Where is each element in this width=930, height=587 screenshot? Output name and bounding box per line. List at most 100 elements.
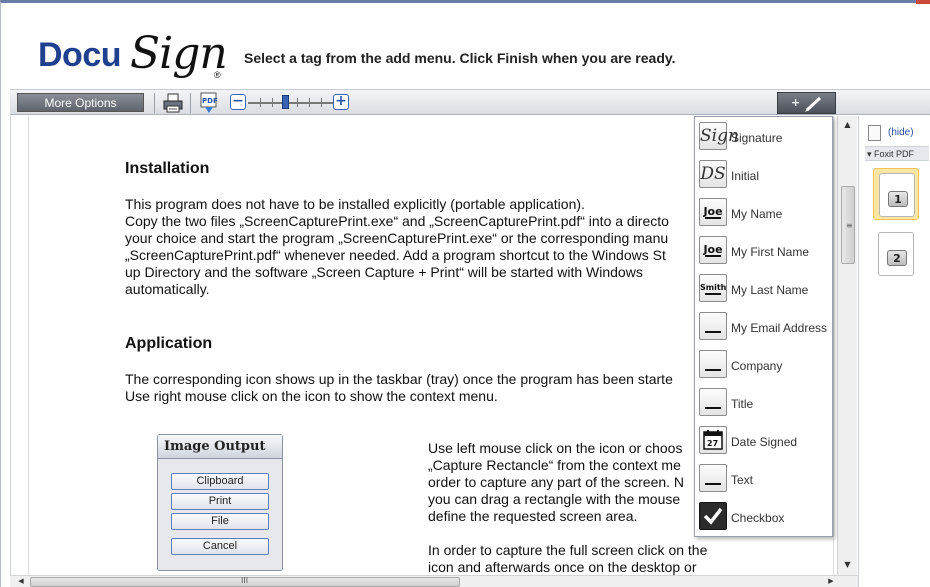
- tag-date-signed[interactable]: 27 Date Signed: [695, 422, 832, 460]
- underline: [705, 217, 721, 219]
- pages-panel: (hide) ▾ Foxit PDF 1 2: [858, 116, 930, 587]
- tag-my-email-address[interactable]: My Email Address: [695, 308, 832, 346]
- logo-registered-mark: ®: [214, 70, 221, 80]
- last-name-glyph: Smith: [700, 283, 727, 292]
- logo-sign-text: Sign: [130, 28, 228, 79]
- scroll-grip: III: [241, 576, 249, 585]
- zoom-tick: [309, 98, 310, 107]
- logo-docu-text: Docu: [38, 36, 122, 74]
- tag-label: My First Name: [731, 245, 809, 259]
- scroll-up-arrow[interactable]: ▲: [838, 118, 857, 132]
- underline: [705, 369, 721, 371]
- calendar-day: 27: [707, 439, 718, 448]
- heading-installation: Installation: [125, 160, 210, 177]
- tag-label: My Last Name: [731, 283, 809, 297]
- initial-glyph: DS: [700, 164, 726, 184]
- first-name-icon: Joe: [699, 236, 727, 264]
- thumbnail-page: 1: [879, 173, 915, 217]
- zoom-slider-track[interactable]: [248, 102, 336, 104]
- email-icon: [699, 312, 727, 340]
- name-icon: Joe: [699, 198, 727, 226]
- page-number-badge: 1: [888, 191, 908, 207]
- tag-text[interactable]: Text: [695, 460, 832, 498]
- image-output-title: Image Output: [158, 435, 282, 459]
- zoom-in-button[interactable]: +: [333, 94, 349, 110]
- underline: [705, 331, 721, 333]
- tag-label: Signature: [731, 131, 783, 145]
- last-name-icon: Smith: [699, 274, 727, 302]
- more-options-button[interactable]: More Options: [17, 93, 144, 112]
- tag-label: Title: [731, 397, 754, 411]
- underline: [705, 483, 721, 485]
- tag-my-last-name[interactable]: Smith My Last Name: [695, 270, 832, 308]
- hide-panel-link[interactable]: (hide): [888, 127, 914, 138]
- document-group-header[interactable]: ▾ Foxit PDF: [865, 146, 929, 161]
- document-icon: [868, 125, 881, 141]
- scroll-down-arrow[interactable]: ▼: [838, 558, 857, 572]
- capture-paragraph: Use left mouse click on the icon or choo…: [428, 440, 685, 524]
- tag-label: My Name: [731, 207, 783, 221]
- tag-title[interactable]: Title: [695, 384, 832, 422]
- scroll-right-arrow[interactable]: ▶: [824, 576, 838, 587]
- company-icon: [699, 350, 727, 378]
- add-tag-button[interactable]: +: [777, 92, 836, 114]
- zoom-tick: [297, 98, 298, 107]
- zoom-tick: [260, 98, 261, 107]
- page-thumbnail-1[interactable]: 1: [873, 168, 919, 220]
- toolbar-separator: [190, 93, 191, 113]
- tag-label: Initial: [731, 169, 760, 183]
- signature-icon: Sign: [699, 122, 739, 150]
- pdf-download-icon[interactable]: PDF: [198, 92, 220, 114]
- vertical-scroll-thumb[interactable]: ≡: [841, 186, 855, 264]
- tag-label: Checkbox: [731, 511, 785, 525]
- zoom-slider-thumb[interactable]: [282, 95, 289, 109]
- tag-my-first-name[interactable]: Joe My First Name: [695, 232, 832, 270]
- application-paragraph: The corresponding icon shows up in the t…: [125, 371, 673, 404]
- tag-signature[interactable]: Sign Signature: [695, 118, 832, 156]
- calendar-icon: 27: [699, 426, 727, 454]
- title-icon: [699, 388, 727, 416]
- add-plus-icon: +: [791, 96, 801, 109]
- fullscreen-paragraph: In order to capture the full screen clic…: [428, 542, 708, 575]
- pen-icon: [805, 96, 822, 112]
- underline: [705, 407, 721, 409]
- print-icon[interactable]: [162, 92, 184, 114]
- zoom-tick: [321, 98, 322, 107]
- image-output-dialog: Image Output Clipboard Print File Cancel: [157, 434, 283, 571]
- header: Docu Sign ® Select a tag from the add me…: [10, 12, 930, 88]
- zoom-out-button[interactable]: −: [230, 94, 246, 110]
- scroll-grip: ≡: [846, 221, 853, 230]
- docusign-logo: Docu Sign ®: [38, 28, 238, 80]
- text-icon: [699, 464, 727, 492]
- toolbar: More Options PDF − + +: [10, 89, 930, 115]
- tag-label: My Email Address: [731, 321, 828, 335]
- tag-label: Date Signed: [731, 435, 798, 449]
- tag-company[interactable]: Company: [695, 346, 832, 384]
- initial-icon: DS: [699, 160, 727, 188]
- tag-checkbox[interactable]: Checkbox: [695, 498, 832, 536]
- horizontal-scrollbar[interactable]: ◀ III ▶: [10, 575, 858, 587]
- tag-initial[interactable]: DS Initial: [695, 156, 832, 194]
- pdf-icon-label: PDF: [202, 97, 218, 105]
- instruction-message: Select a tag from the add menu. Click Fi…: [244, 50, 676, 66]
- tag-my-name[interactable]: Joe My Name: [695, 194, 832, 232]
- window-accent: [916, 0, 930, 4]
- checkbox-icon: [699, 502, 727, 530]
- tag-label: Text: [731, 473, 754, 487]
- cancel-button: Cancel: [171, 538, 269, 555]
- page-number-badge: 2: [887, 250, 907, 266]
- vertical-scrollbar[interactable]: ▲ ≡ ▼: [837, 116, 857, 576]
- horizontal-scroll-thumb[interactable]: III: [30, 576, 460, 587]
- underline: [705, 293, 721, 295]
- scroll-left-arrow[interactable]: ◀: [14, 576, 28, 587]
- zoom-tick: [272, 98, 273, 107]
- tag-label: Company: [731, 359, 783, 373]
- print-button: Print: [171, 493, 269, 510]
- tag-menu: Sign Signature DS Initial Joe My Name Jo…: [694, 116, 833, 537]
- file-button: File: [171, 513, 269, 530]
- thumbnail-page: 2: [878, 232, 914, 276]
- underline: [705, 255, 721, 257]
- installation-paragraph: This program does not have to be install…: [125, 196, 669, 297]
- heading-application: Application: [125, 335, 213, 352]
- page-thumbnail-2[interactable]: 2: [873, 228, 919, 280]
